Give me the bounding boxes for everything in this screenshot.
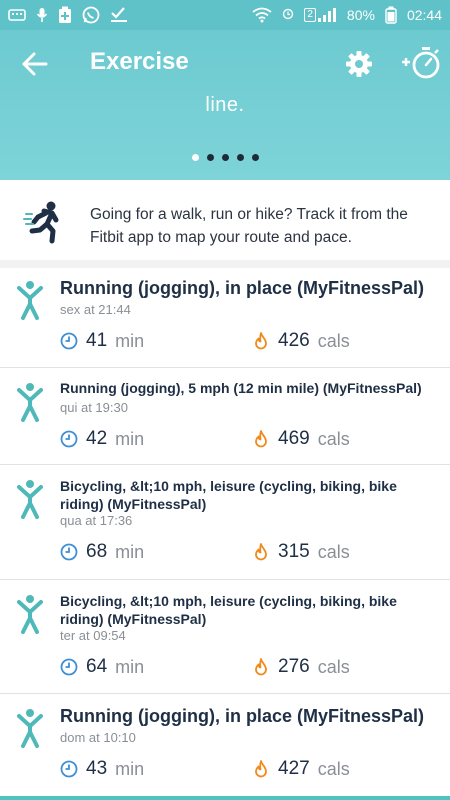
activity-person-icon (17, 709, 43, 748)
duration-stat: 41 min (60, 330, 144, 352)
running-person-icon (22, 200, 66, 244)
calories-value: 315 (278, 541, 310, 562)
exercise-name: Bicycling, &lt;10 mph, leisure (cycling,… (60, 593, 397, 627)
stopwatch-add-icon (402, 47, 440, 79)
carousel-text: line. (205, 94, 245, 116)
clock-time: 02:44 (406, 7, 442, 23)
calories-unit: cals (317, 330, 350, 351)
calories-value: 276 (278, 656, 310, 677)
calories-value: 469 (278, 428, 310, 449)
bottom-accent-bar (0, 796, 450, 800)
activity-person-icon (17, 281, 43, 320)
activity-person-icon (17, 480, 43, 519)
exercise-name: Running (jogging), in place (MyFitnessPa… (60, 706, 424, 726)
exercise-list: Running (jogging), in place (MyFitnessPa… (0, 268, 450, 796)
duration-stat: 68 min (60, 541, 144, 563)
microphone-icon (36, 7, 48, 23)
calories-unit: cals (317, 758, 350, 779)
battery-percent: 80% (346, 7, 375, 23)
calories-stat: 469 cals (252, 428, 350, 450)
add-timer-button[interactable] (400, 44, 444, 82)
duration-stat: 42 min (60, 428, 144, 450)
battery-icon (385, 6, 397, 24)
exercise-time: dom at 10:10 (60, 730, 136, 745)
track-exercise-promo[interactable]: Going for a walk, run or hike? Track it … (0, 180, 450, 260)
calories-stat: 276 cals (252, 656, 350, 678)
duration-unit: min (115, 656, 145, 677)
gear-icon (346, 51, 372, 77)
toolbar: Exercise (0, 42, 450, 86)
status-bar: 2 80% 02:44 (0, 0, 450, 30)
calories-stat: 315 cals (252, 541, 350, 563)
clock-icon (60, 543, 78, 561)
page-title: Exercise (90, 48, 189, 75)
list-item[interactable]: Bicycling, &lt;10 mph, leisure (cycling,… (0, 465, 450, 580)
duration-unit: min (115, 758, 145, 779)
list-item[interactable]: Bicycling, &lt;10 mph, leisure (cycling,… (0, 580, 450, 694)
duration-unit: min (115, 428, 145, 449)
clock-icon (60, 658, 78, 676)
exercise-name: Bicycling, &lt;10 mph, leisure (cycling,… (60, 478, 397, 512)
calories-unit: cals (317, 541, 350, 562)
keyboard-icon (8, 8, 26, 22)
carousel-dot[interactable] (206, 154, 214, 161)
sim-badge: 2 (304, 8, 316, 22)
battery-plus-icon (58, 6, 72, 24)
calories-value: 427 (278, 758, 310, 779)
flame-icon (255, 543, 267, 561)
exercise-name: Running (jogging), 5 mph (12 min mile) (… (60, 380, 422, 396)
carousel-dot[interactable] (236, 154, 244, 161)
duration-value: 43 (86, 758, 108, 779)
flame-icon (255, 658, 267, 676)
exercise-time: sex at 21:44 (60, 302, 131, 317)
status-right-icons: 2 80% 02:44 (252, 6, 442, 24)
duration-value: 41 (86, 330, 108, 351)
flame-icon (255, 430, 267, 448)
flame-icon (255, 332, 267, 350)
calories-stat: 426 cals (252, 330, 350, 352)
list-item[interactable]: Running (jogging), in place (MyFitnessPa… (0, 694, 450, 796)
clock-icon (60, 760, 78, 778)
duration-value: 42 (86, 428, 108, 449)
checkbox-done-icon (110, 7, 128, 23)
alarm-icon (282, 8, 294, 22)
activity-person-icon (17, 595, 43, 634)
duration-value: 64 (86, 656, 108, 677)
calories-unit: cals (317, 428, 350, 449)
carousel-dot[interactable] (221, 154, 229, 161)
carousel-dot[interactable] (191, 154, 199, 161)
wifi-icon (252, 7, 272, 23)
signal-sim2-icon: 2 (304, 7, 337, 23)
duration-stat: 64 min (60, 656, 144, 678)
arrow-back-icon (22, 52, 48, 76)
carousel-dot[interactable] (251, 154, 259, 161)
exercise-time: qua at 17:36 (60, 513, 133, 528)
duration-unit: min (115, 541, 145, 562)
flame-icon (255, 760, 267, 778)
duration-unit: min (115, 330, 145, 351)
calories-stat: 427 cals (252, 758, 350, 780)
settings-button[interactable] (343, 48, 375, 80)
exercise-name: Running (jogging), in place (MyFitnessPa… (60, 278, 424, 298)
list-item[interactable]: Running (jogging), 5 mph (12 min mile) (… (0, 368, 450, 465)
activity-person-icon (17, 383, 43, 422)
calories-unit: cals (317, 656, 350, 677)
duration-value: 68 (86, 541, 108, 562)
exercise-time: qui at 19:30 (60, 400, 128, 415)
clock-icon (60, 430, 78, 448)
whatsapp-icon (82, 6, 100, 24)
list-item[interactable]: Running (jogging), in place (MyFitnessPa… (0, 268, 450, 368)
header: Exercise line. (0, 30, 450, 180)
status-left-icons (8, 6, 128, 24)
duration-stat: 43 min (60, 758, 144, 780)
promo-text: Going for a walk, run or hike? Track it … (90, 206, 408, 246)
exercise-time: ter at 09:54 (60, 628, 126, 643)
calories-value: 426 (278, 330, 310, 351)
back-button[interactable] (20, 50, 52, 78)
carousel-indicator[interactable] (0, 154, 450, 161)
clock-icon (60, 332, 78, 350)
